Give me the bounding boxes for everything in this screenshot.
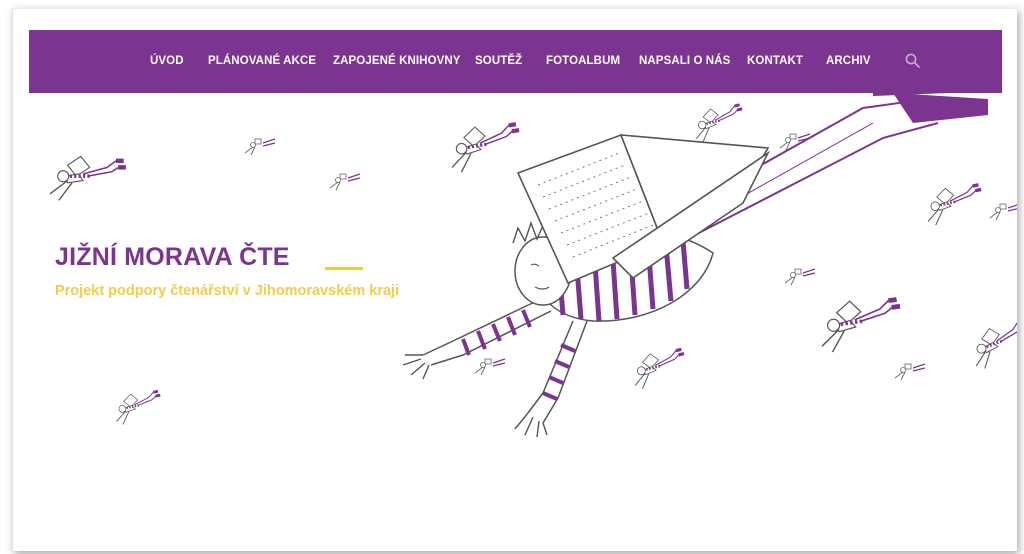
nav-item-kontakt[interactable]: KONTAKT — [747, 55, 803, 67]
page-subtitle: Projekt podpory čtenářství v Jihomoravsk… — [55, 283, 400, 299]
hero-illustration — [48, 93, 1017, 438]
main-navigation: ÚVOD PLÁNOVANÉ AKCE ZAPOJENÉ KNIHOVNY SO… — [29, 30, 1002, 93]
nav-item-napsali-o-nas[interactable]: NAPSALI O NÁS — [639, 55, 730, 67]
search-icon[interactable] — [904, 52, 922, 70]
nav-item-zapojene-knihovny[interactable]: ZAPOJENÉ KNIHOVNY — [333, 55, 461, 67]
nav-item-archiv[interactable]: ARCHIV — [826, 55, 871, 67]
nav-item-uvod[interactable]: ÚVOD — [150, 55, 184, 67]
main-character — [402, 93, 988, 438]
page-title: JIŽNÍ MORAVA ČTE — [55, 243, 290, 271]
browser-page: ÚVOD PLÁNOVANÉ AKCE ZAPOJENÉ KNIHOVNY SO… — [12, 8, 1017, 551]
nav-item-planovane-akce[interactable]: PLÁNOVANÉ AKCE — [208, 55, 316, 67]
title-underline-divider — [325, 267, 363, 270]
nav-item-soutez[interactable]: SOUTĚŽ — [475, 55, 522, 67]
nav-item-fotoalbum[interactable]: FOTOALBUM — [546, 55, 620, 67]
